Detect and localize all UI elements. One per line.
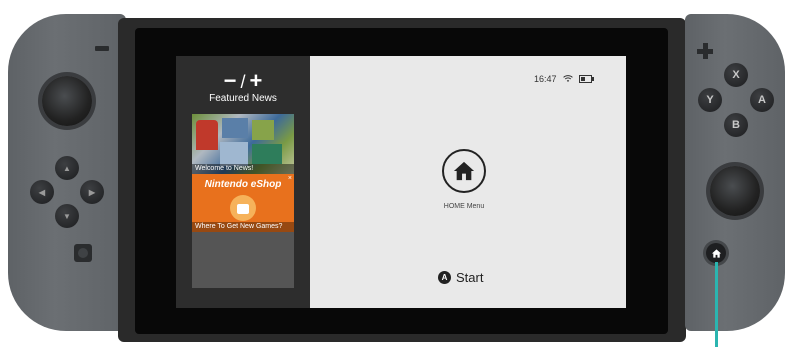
right-stick[interactable]	[710, 166, 760, 216]
minus-plus-hint: − / +	[223, 68, 263, 93]
clock: 16:47	[534, 74, 557, 84]
status-bar: 16:47	[534, 74, 594, 84]
news-item-placeholder	[192, 232, 294, 288]
minus-button[interactable]	[95, 46, 109, 51]
close-icon: ×	[287, 175, 292, 182]
dpad-up-button[interactable]: ▲	[55, 156, 79, 180]
battery-icon	[578, 75, 594, 83]
a-button-icon: A	[438, 271, 451, 284]
a-button[interactable]: A	[750, 88, 774, 112]
y-button[interactable]: Y	[698, 88, 722, 112]
dpad-left-button[interactable]: ◀	[30, 180, 54, 204]
eshop-logo-text: Nintendo eShop	[204, 179, 282, 190]
x-button[interactable]: X	[724, 63, 748, 87]
dpad-right-button[interactable]: ▶	[80, 180, 104, 204]
news-item-eshop[interactable]: Nintendo eShop × Where To Get New Games?	[192, 174, 294, 232]
home-menu-button[interactable]	[442, 149, 486, 193]
news-sidebar: − / + Featured News Welcome to News! Ninte…	[176, 56, 310, 308]
wifi-icon	[562, 75, 573, 82]
lock-screen: − / + Featured News Welcome to News! Ninte…	[176, 56, 626, 308]
start-label: Start	[456, 270, 484, 285]
news-item-welcome[interactable]: Welcome to News!	[192, 114, 294, 174]
home-button-callout-line	[715, 262, 718, 347]
shopping-bag-icon	[230, 195, 256, 221]
home-icon	[453, 161, 475, 181]
featured-news-title: Featured News	[209, 93, 277, 104]
news-item-caption: Where To Get New Games?	[192, 222, 294, 232]
capture-button[interactable]	[74, 244, 92, 262]
start-prompt[interactable]: A Start	[438, 270, 483, 285]
dpad-down-button[interactable]: ▼	[55, 204, 79, 228]
nintendo-switch-console: ▲ ◀ ▶ ▼ X Y A B − / + Featured News Welcom…	[0, 0, 787, 347]
news-item-caption: Welcome to News!	[192, 164, 294, 174]
home-icon	[711, 248, 721, 258]
home-menu-label: HOME Menu	[443, 203, 485, 210]
home-button[interactable]	[706, 243, 726, 263]
b-button[interactable]: B	[724, 113, 748, 137]
left-stick[interactable]	[42, 76, 92, 126]
plus-button[interactable]	[697, 43, 713, 59]
